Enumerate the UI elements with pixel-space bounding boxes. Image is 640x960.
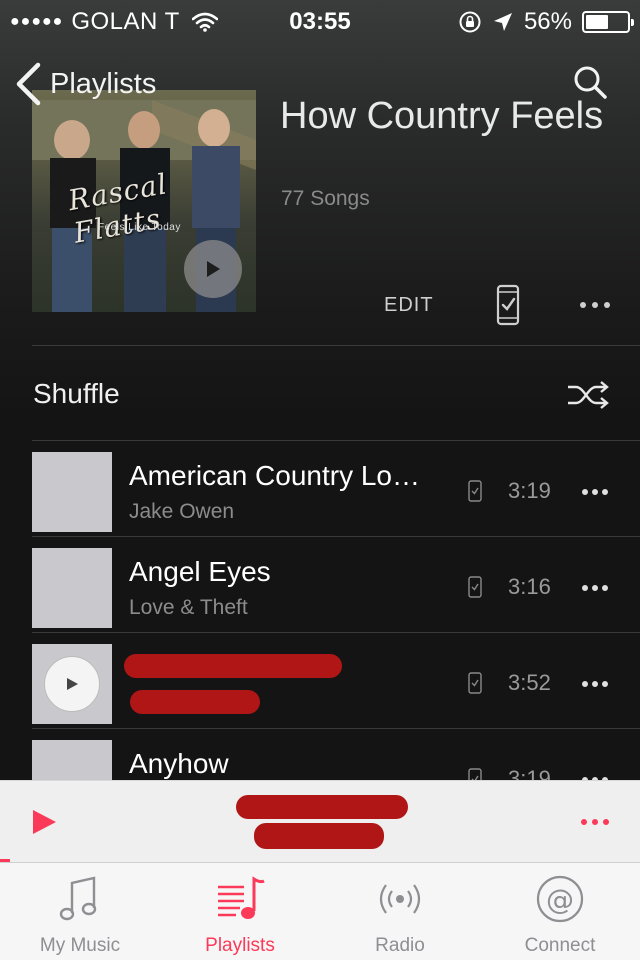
song-artist: Jake Owen (129, 500, 235, 523)
play-icon (67, 678, 78, 690)
more-dot (592, 819, 598, 825)
shuffle-row[interactable]: Shuffle (0, 346, 640, 440)
more-dot (580, 302, 586, 308)
more-dot (602, 489, 608, 495)
tab-my-music[interactable]: My Music (0, 863, 160, 960)
music-note-icon (59, 876, 97, 921)
mini-player[interactable] (0, 780, 640, 862)
song-artist: Love & Theft (129, 596, 248, 619)
song-row[interactable]: American Country Lo… Jake Owen 3:19 (0, 440, 640, 536)
playlist-title: How Country Feels (280, 95, 604, 137)
song-more-button[interactable] (582, 488, 608, 496)
more-dot (582, 681, 588, 687)
song-artwork (32, 548, 112, 628)
on-device-icon (468, 480, 482, 502)
tab-label: Radio (375, 935, 425, 956)
battery-icon (582, 11, 634, 33)
song-duration: 3:52 (508, 670, 551, 695)
chevron-left-icon (16, 62, 41, 106)
tab-connect[interactable]: @ Connect (480, 863, 640, 960)
song-play-button[interactable] (44, 656, 100, 712)
radio-icon (379, 884, 421, 914)
tab-radio[interactable]: Radio (320, 863, 480, 960)
back-button[interactable]: Playlists (14, 62, 156, 106)
at-sign-icon: @ (536, 875, 584, 923)
tab-label: Playlists (205, 935, 275, 956)
more-dot (582, 489, 588, 495)
song-row[interactable]: Angel Eyes Love & Theft 3:16 (0, 536, 640, 632)
song-count: 77 Songs (281, 187, 370, 210)
edit-button[interactable]: EDIT (384, 294, 434, 317)
song-more-button[interactable] (582, 680, 608, 688)
status-right: 56% (448, 8, 634, 36)
redacted-now-playing-title (236, 795, 408, 819)
playlist-icon (218, 876, 265, 919)
playlist-artwork[interactable]: Rascal Flatts Feels Like Today (32, 90, 256, 312)
shuffle-icon[interactable] (566, 380, 610, 410)
battery-percent: 56% (523, 8, 572, 35)
tab-label: Connect (524, 935, 596, 956)
more-dot (592, 489, 598, 495)
on-device-icon (468, 672, 482, 694)
playlist-more-button[interactable] (580, 300, 610, 310)
play-playlist-button[interactable] (184, 240, 242, 298)
song-row-now-playing[interactable]: 3:52 (0, 632, 640, 728)
song-duration: 3:19 (508, 478, 551, 503)
more-dot (604, 302, 610, 308)
song-title: Anyhow (129, 748, 229, 779)
redacted-now-playing-artist (254, 823, 384, 849)
on-device-icon (468, 576, 482, 598)
tab-label: My Music (39, 935, 121, 956)
song-more-button[interactable] (582, 584, 608, 592)
back-label: Playlists (50, 67, 157, 100)
location-arrow-icon (493, 13, 512, 31)
play-icon (207, 261, 220, 277)
song-duration: 3:16 (508, 574, 551, 599)
more-dot (592, 681, 598, 687)
rotation-lock-icon (459, 11, 481, 33)
shuffle-label: Shuffle (33, 378, 120, 409)
more-dot (603, 819, 609, 825)
album-subtitle: Feels Like Today (98, 222, 181, 233)
redacted-song-title (124, 654, 342, 678)
more-dot (592, 302, 598, 308)
svg-text:@: @ (546, 883, 574, 916)
music-app-screen: ●●●●● GOLAN T 03:55 56% Rascal Flatts Fe… (0, 0, 640, 960)
more-dot (602, 681, 608, 687)
song-artwork (32, 452, 112, 532)
more-dot (581, 819, 587, 825)
download-to-device-icon[interactable] (496, 284, 520, 326)
song-title: American Country Lo… (129, 460, 421, 491)
more-dot (592, 585, 598, 591)
more-dot (582, 585, 588, 591)
tab-bar: My Music Playlists Radio @ Connect (0, 862, 640, 960)
status-bar: ●●●●● GOLAN T 03:55 56% (0, 0, 640, 42)
song-title: Angel Eyes (129, 556, 271, 587)
tab-playlists[interactable]: Playlists (160, 863, 320, 960)
mini-player-more-button[interactable] (581, 818, 609, 826)
play-icon[interactable] (30, 809, 58, 835)
redacted-song-artist (130, 690, 260, 714)
song-artwork (32, 644, 112, 724)
more-dot (602, 585, 608, 591)
